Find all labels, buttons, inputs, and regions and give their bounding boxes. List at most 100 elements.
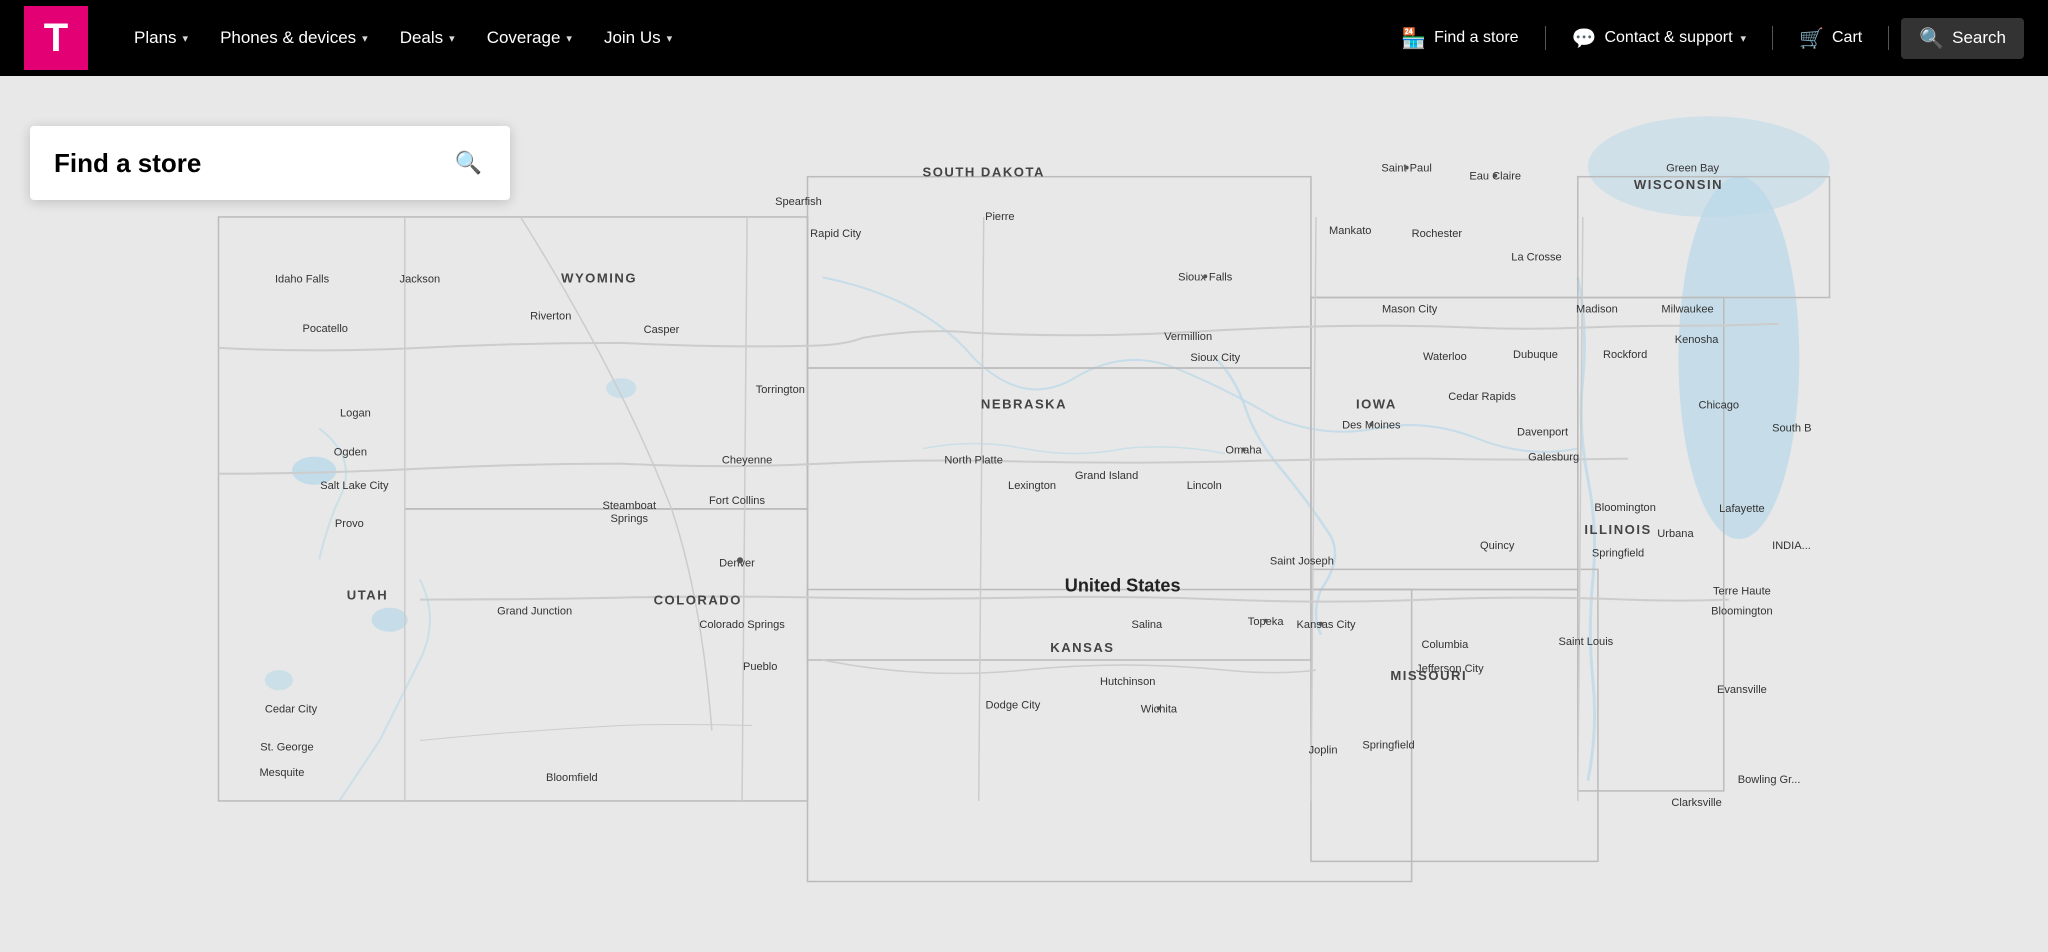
svg-text:Evansville: Evansville — [1717, 684, 1767, 696]
svg-text:St. George: St. George — [260, 742, 314, 754]
nav-join-us[interactable]: Join Us ▾ — [590, 20, 686, 56]
svg-text:Springs: Springs — [611, 513, 649, 525]
svg-text:South B: South B — [1772, 422, 1811, 434]
search-icon: 🔍 — [1919, 26, 1944, 51]
find-store-search-icon[interactable]: 🔍 — [451, 146, 486, 180]
svg-text:IOWA: IOWA — [1356, 396, 1397, 411]
nav-divider-2 — [1772, 26, 1773, 50]
svg-text:Provo: Provo — [335, 518, 364, 530]
svg-text:WISCONSIN: WISCONSIN — [1634, 177, 1723, 192]
coverage-chevron-icon: ▾ — [566, 32, 572, 45]
svg-text:Riverton: Riverton — [530, 311, 571, 323]
svg-text:Bowling Gr...: Bowling Gr... — [1738, 774, 1801, 786]
svg-text:Saint Joseph: Saint Joseph — [1270, 555, 1334, 567]
nav-actions: 🏪 Find a store 💬 Contact & support ▾ 🛒 C… — [1387, 18, 2024, 59]
find-store-panel: Find a store 🔍 — [30, 126, 510, 200]
svg-text:Galesburg: Galesburg — [1528, 452, 1579, 464]
cart-icon: 🛒 — [1799, 26, 1824, 51]
map-container[interactable]: SOUTH DAKOTA WYOMING NEBRASKA IOWA ILLIN… — [0, 76, 2048, 952]
join-us-chevron-icon: ▾ — [667, 32, 673, 45]
svg-text:Urbana: Urbana — [1657, 528, 1694, 540]
nav-links: Plans ▾ Phones & devices ▾ Deals ▾ Cover… — [120, 20, 1387, 56]
svg-text:Saint Louis: Saint Louis — [1558, 636, 1613, 648]
svg-text:Bloomfield: Bloomfield — [546, 772, 598, 784]
svg-text:WYOMING: WYOMING — [561, 270, 637, 285]
cart-button[interactable]: 🛒 Cart — [1785, 18, 1876, 59]
svg-text:Mesquite: Mesquite — [259, 767, 304, 779]
plans-chevron-icon: ▾ — [183, 32, 189, 45]
svg-text:Dubuque: Dubuque — [1513, 349, 1558, 361]
svg-text:Bloomington: Bloomington — [1594, 502, 1656, 514]
support-chevron-icon: ▾ — [1741, 32, 1747, 45]
svg-text:NEBRASKA: NEBRASKA — [981, 396, 1067, 411]
svg-text:Jefferson City: Jefferson City — [1416, 663, 1484, 675]
svg-text:United States: United States — [1065, 576, 1181, 596]
svg-text:Kansas City: Kansas City — [1297, 619, 1356, 631]
nav-divider-3 — [1888, 26, 1889, 50]
nav-plans[interactable]: Plans ▾ — [120, 20, 202, 56]
svg-text:Cedar Rapids: Cedar Rapids — [1448, 391, 1516, 403]
svg-text:Terre Haute: Terre Haute — [1713, 586, 1771, 598]
svg-text:Pueblo: Pueblo — [743, 661, 777, 673]
svg-text:Jackson: Jackson — [400, 273, 441, 285]
nav-divider-1 — [1545, 26, 1546, 50]
svg-text:Rapid City: Rapid City — [810, 228, 861, 240]
find-store-title: Find a store — [54, 148, 451, 179]
svg-text:Ogden: Ogden — [334, 447, 367, 459]
svg-text:Grand Junction: Grand Junction — [497, 606, 572, 618]
find-store-button[interactable]: 🏪 Find a store — [1387, 18, 1532, 59]
svg-text:Fort Collins: Fort Collins — [709, 495, 765, 507]
svg-text:SOUTH DAKOTA: SOUTH DAKOTA — [922, 165, 1045, 180]
svg-text:Pocatello: Pocatello — [302, 323, 348, 335]
svg-text:Steamboat: Steamboat — [603, 500, 657, 512]
svg-text:Grand Island: Grand Island — [1075, 470, 1138, 482]
svg-text:Bloomington: Bloomington — [1711, 606, 1772, 618]
svg-text:Kenosha: Kenosha — [1675, 334, 1720, 346]
svg-text:Sioux City: Sioux City — [1190, 352, 1240, 364]
svg-text:Logan: Logan — [340, 407, 371, 419]
svg-text:Lincoln: Lincoln — [1187, 480, 1222, 492]
nav-phones[interactable]: Phones & devices ▾ — [206, 20, 382, 56]
svg-text:Quincy: Quincy — [1480, 540, 1515, 552]
store-icon: 🏪 — [1401, 26, 1426, 51]
search-button[interactable]: 🔍 Search — [1901, 18, 2024, 59]
svg-text:Cedar City: Cedar City — [265, 703, 318, 715]
svg-text:INDIA...: INDIA... — [1772, 540, 1811, 552]
svg-text:Lexington: Lexington — [1008, 480, 1056, 492]
chat-icon: 💬 — [1572, 26, 1597, 51]
svg-text:Green Bay: Green Bay — [1666, 163, 1719, 175]
svg-text:Spearfish: Spearfish — [775, 196, 822, 208]
svg-text:Torrington: Torrington — [756, 384, 805, 396]
svg-text:Salt Lake City: Salt Lake City — [320, 480, 389, 492]
svg-text:UTAH: UTAH — [347, 588, 388, 603]
logo[interactable]: T — [24, 6, 88, 70]
svg-text:ILLINOIS: ILLINOIS — [1584, 522, 1651, 537]
phones-chevron-icon: ▾ — [362, 32, 368, 45]
svg-text:Chicago: Chicago — [1698, 399, 1739, 411]
svg-text:Springfield: Springfield — [1362, 740, 1414, 752]
svg-text:Cheyenne: Cheyenne — [722, 455, 772, 467]
map-svg: SOUTH DAKOTA WYOMING NEBRASKA IOWA ILLIN… — [0, 76, 2048, 952]
contact-support-button[interactable]: 💬 Contact & support ▾ — [1558, 18, 1761, 59]
svg-text:Vermillion: Vermillion — [1164, 331, 1212, 343]
svg-text:La Crosse: La Crosse — [1511, 251, 1561, 263]
svg-text:Rochester: Rochester — [1412, 228, 1463, 240]
nav-coverage[interactable]: Coverage ▾ — [473, 20, 586, 56]
svg-text:Casper: Casper — [644, 324, 680, 336]
svg-text:Denver: Denver — [719, 557, 755, 569]
svg-text:Salina: Salina — [1131, 619, 1163, 631]
svg-text:Lafayette: Lafayette — [1719, 503, 1765, 515]
nav-deals[interactable]: Deals ▾ — [386, 20, 469, 56]
svg-text:Davenport: Davenport — [1517, 426, 1568, 438]
svg-text:Mason City: Mason City — [1382, 304, 1438, 316]
svg-text:Hutchinson: Hutchinson — [1100, 676, 1155, 688]
logo-letter: T — [44, 18, 68, 58]
svg-text:Columbia: Columbia — [1422, 639, 1470, 651]
svg-text:Rockford: Rockford — [1603, 349, 1647, 361]
svg-text:Milwaukee: Milwaukee — [1661, 304, 1713, 316]
svg-text:Waterloo: Waterloo — [1423, 351, 1467, 363]
deals-chevron-icon: ▾ — [449, 32, 455, 45]
svg-text:COLORADO: COLORADO — [654, 593, 742, 608]
navbar: T Plans ▾ Phones & devices ▾ Deals ▾ Cov… — [0, 0, 2048, 76]
svg-text:Dodge City: Dodge City — [986, 699, 1041, 711]
